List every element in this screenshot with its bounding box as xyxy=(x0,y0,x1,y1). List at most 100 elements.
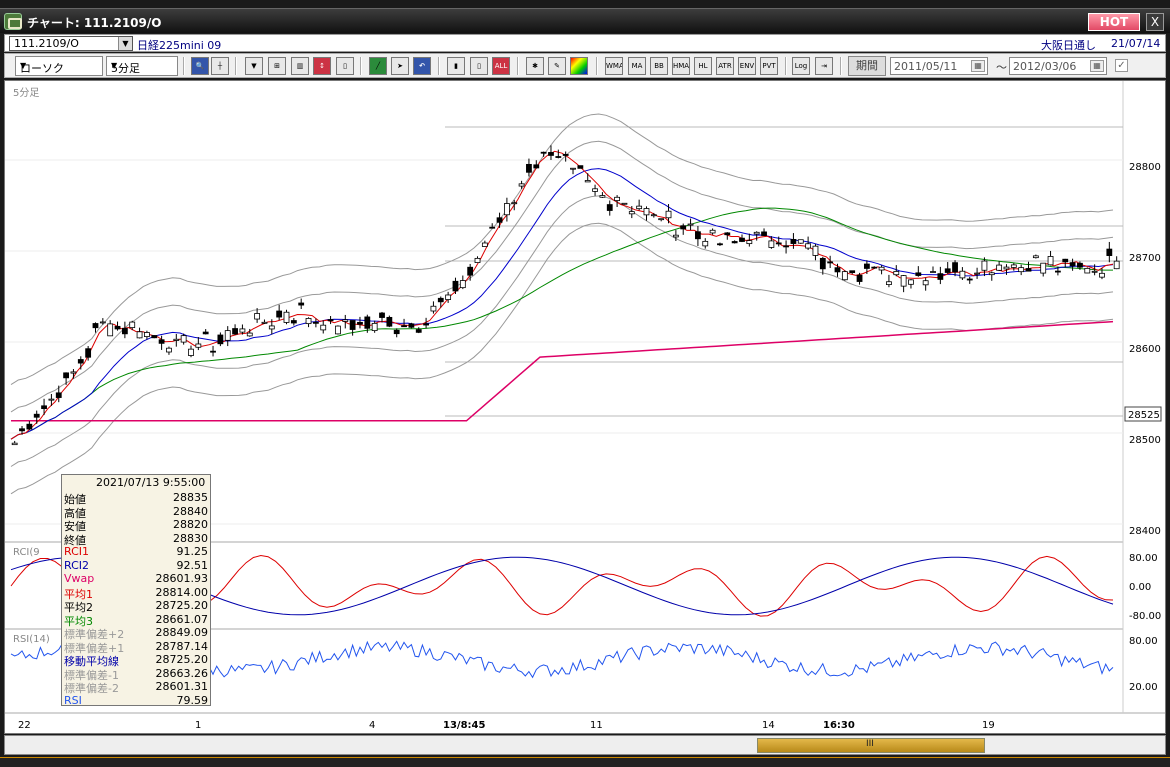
candle-body xyxy=(827,261,834,264)
crosshair-icon[interactable]: ┼ xyxy=(211,57,229,75)
candle-body xyxy=(988,272,995,276)
info-value: 28601.93 xyxy=(155,572,209,585)
chart-panel[interactable]: 28800 28700 28600 28500 28400 28525 5分足 RCI(9 80… xyxy=(4,80,1166,734)
candle-body xyxy=(606,204,613,211)
chevron-down-icon[interactable]: ▼ xyxy=(118,37,132,50)
panel-title-price: 5分足 xyxy=(13,87,39,99)
candle-body xyxy=(599,195,606,198)
candle-body xyxy=(393,329,400,335)
show-all-button[interactable]: ALL xyxy=(492,57,510,75)
pointer-icon[interactable]: ➤ xyxy=(391,57,409,75)
scroll-thumb[interactable]: III xyxy=(757,738,985,753)
indicator-env-button[interactable]: ENV xyxy=(738,57,756,75)
candle-body xyxy=(518,183,525,187)
chart-scrollbar[interactable]: III xyxy=(4,735,1166,755)
zoom-icon[interactable]: 🔍 xyxy=(191,57,209,75)
info-value: 28835 xyxy=(173,491,208,504)
indicator-pvt-button[interactable]: PVT xyxy=(760,57,778,75)
info-label: RCI1 xyxy=(64,545,90,558)
candle-body xyxy=(1025,268,1032,272)
candle-body xyxy=(312,321,319,324)
export-icon[interactable]: ⇥ xyxy=(815,57,833,75)
candle-body xyxy=(746,240,753,245)
candle-body xyxy=(922,280,929,286)
candle-body xyxy=(577,165,584,169)
period-checkbox[interactable]: ✓ xyxy=(1115,59,1128,72)
candle-body xyxy=(584,180,591,183)
interval-select[interactable]: 5分足 ▼ xyxy=(106,56,178,76)
indicator-hma-button[interactable]: HMA xyxy=(672,57,690,75)
candle-body xyxy=(981,260,988,271)
candle-body xyxy=(996,264,1003,271)
note-icon[interactable]: ▯ xyxy=(336,57,354,75)
undo-icon[interactable]: ↶ xyxy=(413,57,431,75)
candle-body xyxy=(841,271,848,281)
toolbar-divider xyxy=(438,57,440,75)
symbol-bar: 111.2109/O ▼ 日経225mini 09 大阪日通し 21/07/14 xyxy=(4,34,1166,52)
candle-body xyxy=(239,328,246,333)
color-icon[interactable] xyxy=(570,57,588,75)
candle-body xyxy=(761,231,767,236)
date-from-field[interactable]: 2011/05/11 ▦ xyxy=(890,57,988,75)
candle-body xyxy=(107,323,114,337)
wrench-icon[interactable]: ✎ xyxy=(548,57,566,75)
candle-body xyxy=(166,347,172,353)
toolbar-divider xyxy=(840,57,842,75)
candle-width-icon[interactable]: ▮ xyxy=(447,57,465,75)
symbol-select[interactable]: 111.2109/O ▼ xyxy=(9,36,133,51)
candle-body xyxy=(489,226,496,229)
candle-body xyxy=(775,242,782,245)
candle-body xyxy=(85,348,92,358)
candle-narrow-icon[interactable]: ▯ xyxy=(470,57,488,75)
indicator-bb-button[interactable]: BB xyxy=(650,57,668,75)
candle-body xyxy=(555,156,562,158)
candle-body xyxy=(430,305,437,312)
candle-body xyxy=(276,310,283,318)
compare-icon[interactable]: ⊞ xyxy=(268,57,286,75)
candle-body xyxy=(357,321,363,325)
price-tick-label: 28700 xyxy=(1129,253,1161,264)
info-row: 高値 28840 xyxy=(64,504,208,520)
grip-icon: III xyxy=(866,739,874,749)
info-value: 28840 xyxy=(173,504,208,518)
price-tick-label: 28400 xyxy=(1129,526,1161,537)
price-tick-label: 28800 xyxy=(1129,162,1161,173)
candle-body xyxy=(614,196,620,201)
x-tick-label: 14 xyxy=(762,720,775,731)
candle-body xyxy=(908,279,914,285)
volume-icon[interactable]: ▥ xyxy=(291,57,309,75)
settings-icon[interactable]: ✱ xyxy=(526,57,544,75)
candle-body xyxy=(173,338,180,341)
candle-body xyxy=(437,297,444,303)
info-row: 平均2 28725.20 xyxy=(64,599,208,614)
log-scale-button[interactable]: Log xyxy=(792,57,810,75)
close-button[interactable]: X xyxy=(1146,13,1164,31)
ma2-line xyxy=(10,168,1114,440)
info-value: 28601.31 xyxy=(155,680,209,693)
info-row: RSI 79.59 xyxy=(64,694,208,708)
trendline-icon[interactable]: ╱ xyxy=(369,57,387,75)
indicator-ma-button[interactable]: MA xyxy=(628,57,646,75)
indicator-atr-button[interactable]: ATR xyxy=(716,57,734,75)
candle-body xyxy=(540,151,547,154)
date-to-field[interactable]: 2012/03/06 ▦ xyxy=(1009,57,1107,75)
indicator-wma-button[interactable]: WMA xyxy=(605,57,623,75)
candle-body xyxy=(959,270,966,279)
candle-body xyxy=(459,280,466,289)
hot-button[interactable]: HOT xyxy=(1088,13,1140,31)
calendar-icon[interactable]: ▦ xyxy=(971,60,985,72)
candle-body xyxy=(790,239,797,244)
candle-body xyxy=(863,263,870,269)
candle-body xyxy=(408,323,415,328)
candle-body xyxy=(658,218,665,221)
candle-body xyxy=(364,316,371,329)
candle-body xyxy=(1010,264,1017,268)
indicator-hl-button[interactable]: HL xyxy=(694,57,712,75)
candle-body xyxy=(1032,255,1039,259)
candle-body xyxy=(893,271,900,276)
range-icon[interactable]: ↕ xyxy=(313,57,331,75)
period-button[interactable]: 期間 xyxy=(848,56,886,76)
candle-settings-icon[interactable]: ▼ xyxy=(245,57,263,75)
calendar-icon[interactable]: ▦ xyxy=(1090,60,1104,72)
chart-type-select[interactable]: ローソク ▼ xyxy=(15,56,103,76)
